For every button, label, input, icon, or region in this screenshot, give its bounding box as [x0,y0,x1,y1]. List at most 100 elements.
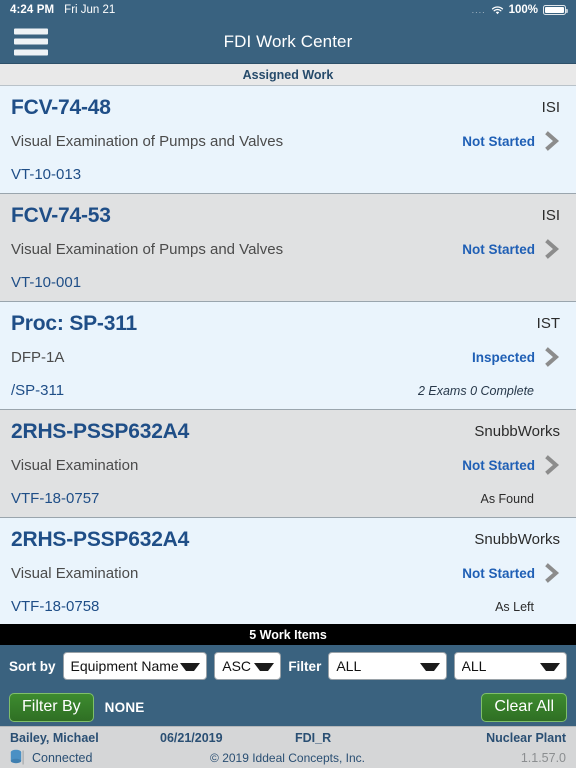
work-item-type: ISI [541,99,560,116]
work-item-subtext: 2 Exams 0 Complete [417,384,534,398]
work-item-row[interactable]: FCV-74-53 ISI Visual Examination of Pump… [0,194,576,302]
footer-copyright: © 2019 Iddeal Concepts, Inc. [210,750,365,765]
work-item-header: 2RHS-PSSP632A4 SnubbWorks [11,419,562,449]
chevron-right-icon[interactable] [542,562,562,584]
work-item-count-label: 5 Work Items [249,627,327,642]
filter-by-label: Filter By [22,698,81,715]
work-item-header: 2RHS-PSSP632A4 SnubbWorks [11,527,562,557]
database-icon [10,749,25,767]
navigation-bar: FDI Work Center [0,20,576,64]
status-bar-right-group: .... 100% [471,4,568,16]
work-item-name: 2RHS-PSSP632A4 [11,528,190,551]
chevron-right-icon[interactable] [542,346,562,368]
chevron-right-icon[interactable] [542,238,562,260]
work-item-description: Visual Examination of Pumps and Valves [11,241,284,258]
work-item-reference: VT-10-013 [11,166,82,183]
work-item-header: FCV-74-48 ISI [11,95,562,125]
sort-direction-select[interactable]: ASC [214,652,282,680]
work-item-reference: VT-10-001 [11,274,82,291]
filter-one-value: ALL [336,658,362,674]
filter-one-select[interactable]: ALL [328,652,447,680]
work-item-status-group: Not Started [462,131,562,153]
work-item-row[interactable]: 2RHS-PSSP632A4 SnubbWorks Visual Examina… [0,410,576,518]
work-item-type: ISI [541,207,560,224]
chevron-down-icon [540,663,560,671]
work-item-list[interactable]: FCV-74-48 ISI Visual Examination of Pump… [0,86,576,645]
chevron-right-icon[interactable] [542,130,562,152]
page-title: FDI Work Center [223,31,353,51]
work-item-header: Proc: SP-311 IST [11,311,562,341]
work-item-row[interactable]: 2RHS-PSSP632A4 SnubbWorks Visual Examina… [0,518,576,626]
work-item-description: Visual Examination [11,565,139,582]
footer-version: 1.1.57.0 [520,750,566,765]
work-item-description: Visual Examination [11,457,139,474]
work-item-type: SnubbWorks [474,423,560,440]
work-item-body: Visual Examination Not Started [11,563,562,589]
work-item-type: SnubbWorks [474,531,560,548]
sort-field-select[interactable]: Equipment Name [62,652,208,680]
active-filter-value: NONE [104,699,145,715]
work-item-footer: /SP-311 2 Exams 0 Complete [11,381,562,401]
chevron-down-icon [419,663,440,671]
signal-dots-icon: .... [471,5,486,15]
chevron-down-icon [180,663,201,671]
filter-two-select[interactable]: ALL [453,652,567,680]
work-item-name: Proc: SP-311 [11,312,137,335]
work-item-footer: VT-10-001 [11,273,562,293]
work-item-name: FCV-74-48 [11,96,111,119]
footer-row-secondary: Connected © 2019 Iddeal Concepts, Inc. 1… [10,748,566,768]
status-badge: Not Started [462,566,535,581]
chevron-down-icon [254,663,275,671]
status-badge: Not Started [462,134,535,149]
work-item-reference: /SP-311 [11,382,65,399]
work-item-reference: VTF-18-0758 [11,598,100,615]
sort-filter-toolbar: Sort by Equipment Name ASC Filter ALL AL… [0,645,576,687]
wifi-icon [491,5,504,16]
work-item-count-bar: 5 Work Items [0,624,576,645]
hamburger-menu-icon[interactable] [14,28,48,55]
footer-plant: Nuclear Plant [486,730,566,745]
work-item-footer: VT-10-013 [11,165,562,185]
status-badge: Not Started [462,458,535,473]
work-item-description: Visual Examination of Pumps and Valves [11,133,284,150]
connection-status-label: Connected [32,750,93,765]
footer-app-name: FDI_R [295,730,332,745]
work-item-body: Visual Examination Not Started [11,455,562,481]
status-badge: Inspected [471,350,535,365]
connection-status-group: Connected [10,749,160,767]
work-item-header: FCV-74-53 ISI [11,203,562,233]
footer-user: Bailey, Michael [10,730,99,745]
work-item-footer: VTF-18-0757 As Found [11,489,562,509]
work-item-subtext: As Found [480,492,534,506]
battery-full-icon [543,5,568,15]
work-item-status-group: Not Started [462,239,562,261]
section-header-label: Assigned Work [242,67,334,82]
filter-by-button[interactable]: Filter By [9,692,94,722]
status-bar-date: Fri Jun 21 [64,4,116,16]
status-footer: Bailey, Michael 06/21/2019 FDI_R Nuclear… [0,726,576,768]
ios-status-bar: 4:24 PM Fri Jun 21 .... 100% [0,0,576,20]
work-item-type: IST [536,315,560,332]
footer-row-primary: Bailey, Michael 06/21/2019 FDI_R Nuclear… [10,728,566,748]
work-item-subtext: As Left [495,600,534,614]
filter-action-bar: Filter By NONE Clear All [0,687,576,726]
clear-all-button[interactable]: Clear All [481,692,567,722]
filter-two-value: ALL [461,658,487,674]
work-item-name: FCV-74-53 [11,204,111,227]
work-item-row[interactable]: Proc: SP-311 IST DFP-1A Inspected /SP-31… [0,302,576,410]
sort-field-value: Equipment Name [70,658,179,674]
chevron-right-icon[interactable] [542,454,562,476]
work-item-status-group: Not Started [462,563,562,585]
work-item-body: DFP-1A Inspected [11,347,562,373]
battery-percent-label: 100% [508,4,538,16]
sort-by-label: Sort by [9,658,56,674]
footer-date: 06/21/2019 [160,730,223,745]
work-item-description: DFP-1A [11,349,65,366]
work-item-status-group: Inspected [472,347,562,369]
work-item-row[interactable]: FCV-74-48 ISI Visual Examination of Pump… [0,86,576,194]
work-item-reference: VTF-18-0757 [11,490,100,507]
work-item-status-group: Not Started [462,455,562,477]
app-window: 4:24 PM Fri Jun 21 .... 100% FDI Work Ce… [0,0,576,768]
section-header: Assigned Work [0,64,576,86]
filter-label: Filter [288,658,322,674]
